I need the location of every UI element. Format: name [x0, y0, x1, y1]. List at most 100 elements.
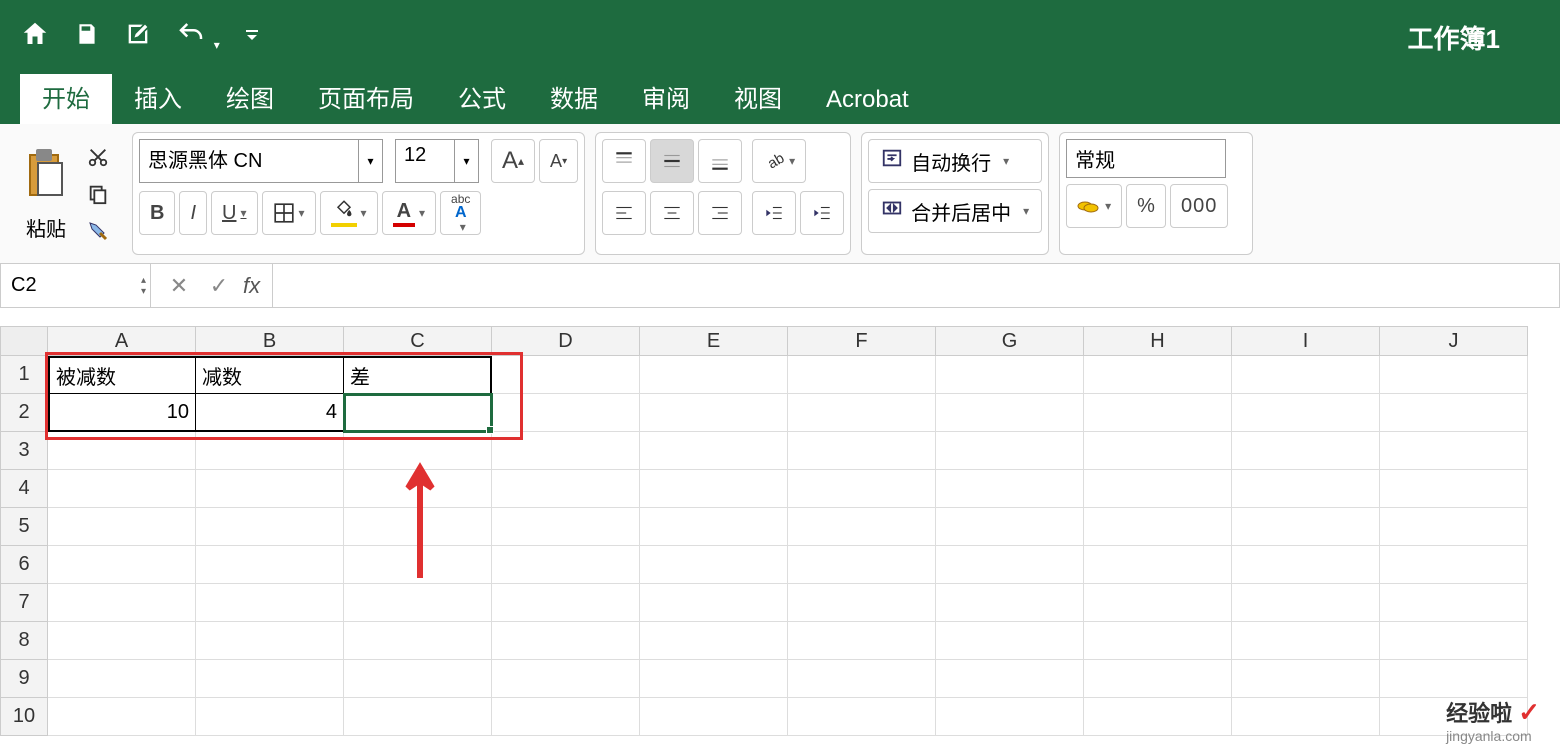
cell-G9[interactable] — [936, 660, 1084, 698]
fill-handle[interactable] — [486, 426, 494, 434]
cell-J6[interactable] — [1380, 546, 1528, 584]
undo-icon[interactable]: ▾ — [176, 19, 220, 56]
cell-G6[interactable] — [936, 546, 1084, 584]
cell-H4[interactable] — [1084, 470, 1232, 508]
cell-G7[interactable] — [936, 584, 1084, 622]
row-header[interactable]: 9 — [0, 660, 48, 698]
cell-H7[interactable] — [1084, 584, 1232, 622]
cell-G2[interactable] — [936, 394, 1084, 432]
tab-acrobat[interactable]: Acrobat — [804, 76, 931, 124]
tab-draw[interactable]: 绘图 — [204, 69, 296, 124]
cell-I10[interactable] — [1232, 698, 1380, 736]
cell-G10[interactable] — [936, 698, 1084, 736]
font-size-dropdown-icon[interactable]: ▾ — [455, 139, 479, 183]
cell-J8[interactable] — [1380, 622, 1528, 660]
comma-button[interactable]: 000 — [1170, 184, 1228, 228]
cell-G5[interactable] — [936, 508, 1084, 546]
tab-insert[interactable]: 插入 — [112, 69, 204, 124]
font-size-value[interactable]: 12 — [395, 139, 455, 183]
cell-C4[interactable] — [344, 470, 492, 508]
align-right-button[interactable] — [698, 191, 742, 235]
cell-F5[interactable] — [788, 508, 936, 546]
cell-J2[interactable] — [1380, 394, 1528, 432]
font-color-button[interactable]: A — [382, 191, 436, 235]
increase-font-button[interactable]: A▴ — [491, 139, 535, 183]
cell-J7[interactable] — [1380, 584, 1528, 622]
cell-I5[interactable] — [1232, 508, 1380, 546]
name-box[interactable]: C2 ▴▾ — [1, 264, 151, 307]
column-header[interactable]: C — [344, 326, 492, 356]
decrease-font-button[interactable]: A▾ — [539, 139, 578, 183]
cell-D7[interactable] — [492, 584, 640, 622]
cell-B10[interactable] — [196, 698, 344, 736]
cell-J5[interactable] — [1380, 508, 1528, 546]
align-center-button[interactable] — [650, 191, 694, 235]
paste-label[interactable]: 粘贴 — [26, 213, 66, 242]
cell-I9[interactable] — [1232, 660, 1380, 698]
cell-E7[interactable] — [640, 584, 788, 622]
cell-D5[interactable] — [492, 508, 640, 546]
font-name-value[interactable]: 思源黑体 CN — [139, 139, 359, 183]
font-name-dropdown-icon[interactable]: ▾ — [359, 139, 383, 183]
cell-A2[interactable]: 10 — [48, 394, 196, 432]
cell-H5[interactable] — [1084, 508, 1232, 546]
cell-B5[interactable] — [196, 508, 344, 546]
number-format-combo[interactable]: 常规 — [1066, 139, 1246, 178]
cell-E8[interactable] — [640, 622, 788, 660]
cell-D9[interactable] — [492, 660, 640, 698]
tab-view[interactable]: 视图 — [712, 69, 804, 124]
cell-H1[interactable] — [1084, 356, 1232, 394]
italic-button[interactable]: I — [179, 191, 207, 235]
cell-H10[interactable] — [1084, 698, 1232, 736]
cell-H9[interactable] — [1084, 660, 1232, 698]
cell-I3[interactable] — [1232, 432, 1380, 470]
cell-J4[interactable] — [1380, 470, 1528, 508]
cell-B9[interactable] — [196, 660, 344, 698]
cell-J3[interactable] — [1380, 432, 1528, 470]
row-header[interactable]: 6 — [0, 546, 48, 584]
cell-B7[interactable] — [196, 584, 344, 622]
align-left-button[interactable] — [602, 191, 646, 235]
decrease-indent-button[interactable] — [752, 191, 796, 235]
cell-C8[interactable] — [344, 622, 492, 660]
column-header[interactable]: J — [1380, 326, 1528, 356]
cell-I6[interactable] — [1232, 546, 1380, 584]
cell-A7[interactable] — [48, 584, 196, 622]
cell-A1[interactable]: 被减数 — [48, 356, 196, 394]
cell-D1[interactable] — [492, 356, 640, 394]
border-button[interactable] — [262, 191, 316, 235]
column-header[interactable]: B — [196, 326, 344, 356]
underline-button[interactable]: U — [211, 191, 257, 235]
cell-G1[interactable] — [936, 356, 1084, 394]
align-top-button[interactable] — [602, 139, 646, 183]
font-size-combo[interactable]: 12 ▾ — [387, 139, 479, 183]
cell-B4[interactable] — [196, 470, 344, 508]
cell-B1[interactable]: 减数 — [196, 356, 344, 394]
percent-button[interactable]: % — [1126, 184, 1166, 228]
cell-B3[interactable] — [196, 432, 344, 470]
format-painter-icon[interactable] — [80, 216, 116, 246]
cell-A6[interactable] — [48, 546, 196, 584]
cell-G4[interactable] — [936, 470, 1084, 508]
home-icon[interactable] — [20, 19, 50, 56]
copy-icon[interactable] — [80, 179, 116, 209]
cell-I8[interactable] — [1232, 622, 1380, 660]
row-header[interactable]: 8 — [0, 622, 48, 660]
cell-B2[interactable]: 4 — [196, 394, 344, 432]
cell-A4[interactable] — [48, 470, 196, 508]
cell-A3[interactable] — [48, 432, 196, 470]
cell-E5[interactable] — [640, 508, 788, 546]
cell-H6[interactable] — [1084, 546, 1232, 584]
tab-home[interactable]: 开始 — [20, 69, 112, 124]
row-header[interactable]: 1 — [0, 356, 48, 394]
cell-C7[interactable] — [344, 584, 492, 622]
cell-E3[interactable] — [640, 432, 788, 470]
cell-D3[interactable] — [492, 432, 640, 470]
phonetic-button[interactable]: abc A — [440, 191, 481, 235]
tab-data[interactable]: 数据 — [528, 69, 620, 124]
cell-F1[interactable] — [788, 356, 936, 394]
cell-E1[interactable] — [640, 356, 788, 394]
cell-C10[interactable] — [344, 698, 492, 736]
select-all-corner[interactable] — [0, 326, 48, 356]
cell-J9[interactable] — [1380, 660, 1528, 698]
